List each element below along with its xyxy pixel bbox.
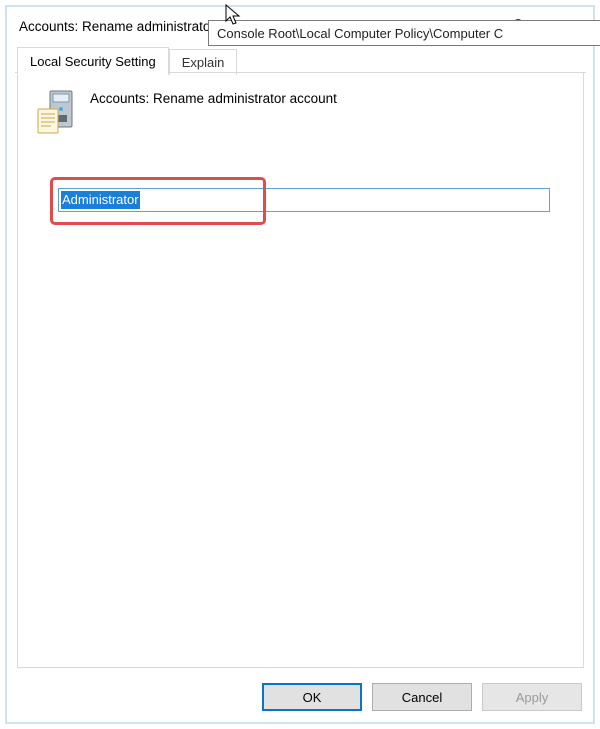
tab-panel-local-security: Accounts: Rename administrator account A… (17, 73, 584, 668)
policy-icon (36, 89, 78, 135)
tab-explain[interactable]: Explain (169, 49, 238, 75)
breadcrumb-tooltip: Console Root\Local Computer Policy\Compu… (208, 20, 600, 46)
mouse-cursor-icon (225, 4, 243, 28)
tab-local-security-setting[interactable]: Local Security Setting (17, 47, 169, 75)
properties-dialog: Accounts: Rename administrator account P… (15, 9, 586, 716)
tab-strip: Local Security Setting Explain (15, 43, 586, 73)
cancel-button[interactable]: Cancel (372, 683, 472, 711)
policy-heading: Accounts: Rename administrator account (90, 89, 337, 106)
administrator-name-input[interactable] (58, 188, 550, 212)
dialog-button-row: OK Cancel Apply (15, 676, 586, 716)
apply-button[interactable]: Apply (482, 683, 582, 711)
ok-button[interactable]: OK (262, 683, 362, 711)
